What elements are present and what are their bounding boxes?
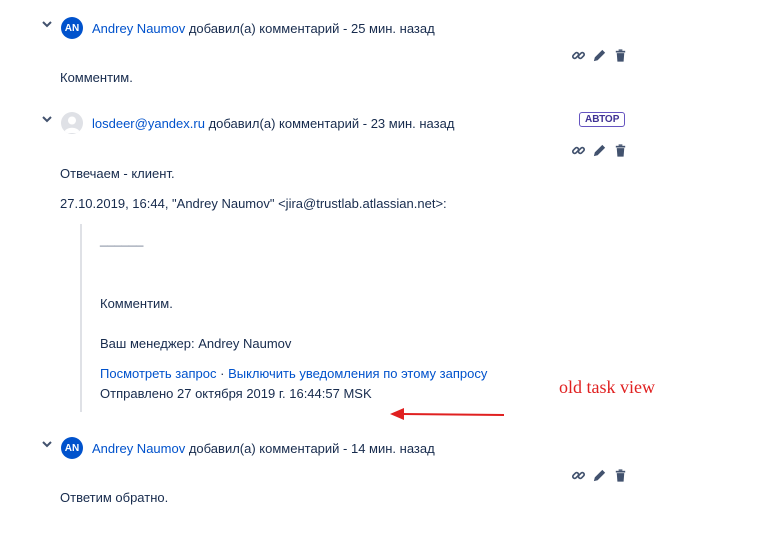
comment-2-actions xyxy=(571,143,628,161)
link-separator: · xyxy=(220,366,225,381)
comment-meta: добавил(а) комментарий - 23 мин. назад xyxy=(208,116,455,131)
blockquote-bar xyxy=(80,224,82,412)
comment-body: Ответим обратно. xyxy=(60,490,169,505)
annotation-label: old task view xyxy=(559,377,655,397)
link-icon[interactable] xyxy=(571,48,586,66)
pencil-icon[interactable] xyxy=(592,468,607,486)
comment-body-line: Отвечаем - клиент. xyxy=(60,166,175,181)
quote-links: Посмотреть запрос · Выключить уведомлени… xyxy=(100,366,487,381)
collapse-comment-2-chevron-down-icon[interactable] xyxy=(40,112,54,126)
comment-body: Комментим. xyxy=(60,70,133,85)
collapse-comment-3-chevron-down-icon[interactable] xyxy=(40,437,54,451)
collapse-comment-1-chevron-down-icon[interactable] xyxy=(40,17,54,31)
view-request-link[interactable]: Посмотреть запрос xyxy=(100,366,216,381)
comment-meta: добавил(а) комментарий - 25 мин. назад xyxy=(188,21,435,36)
unsubscribe-link[interactable]: Выключить уведомления по этому запросу xyxy=(228,366,487,381)
quote-separator: ______ xyxy=(100,232,144,247)
author-link[interactable]: Andrey Naumov xyxy=(92,21,185,36)
manager-line: Ваш менеджер: Andrey Naumov xyxy=(100,336,292,351)
author-link[interactable]: Andrey Naumov xyxy=(92,441,185,456)
author-link[interactable]: losdeer@yandex.ru xyxy=(92,116,205,131)
avatar[interactable]: AN xyxy=(61,17,83,39)
comment-1-actions xyxy=(571,48,628,66)
comment-2-header: losdeer@yandex.ru добавил(а) комментарий… xyxy=(92,116,454,131)
trash-icon[interactable] xyxy=(613,468,628,486)
sent-line: Отправлено 27 октября 2019 г. 16:44:57 M… xyxy=(100,386,372,401)
pencil-icon[interactable] xyxy=(592,48,607,66)
author-badge: АВТОР xyxy=(579,112,626,127)
comment-3-actions xyxy=(571,468,628,486)
user-placeholder-icon[interactable] xyxy=(61,112,83,134)
comment-3-header: Andrey Naumov добавил(а) комментарий - 1… xyxy=(92,441,435,456)
trash-icon[interactable] xyxy=(613,143,628,161)
trash-icon[interactable] xyxy=(613,48,628,66)
annotation-arrow xyxy=(390,408,505,420)
quote-text: Комментим. xyxy=(100,296,173,311)
link-icon[interactable] xyxy=(571,468,586,486)
comment-meta: добавил(а) комментарий - 14 мин. назад xyxy=(188,441,435,456)
pencil-icon[interactable] xyxy=(592,143,607,161)
comment-1-header: Andrey Naumov добавил(а) комментарий - 2… xyxy=(92,21,435,36)
link-icon[interactable] xyxy=(571,143,586,161)
avatar[interactable]: AN xyxy=(61,437,83,459)
comment-body-line: 27.10.2019, 16:44, "Andrey Naumov" <jira… xyxy=(60,196,447,211)
